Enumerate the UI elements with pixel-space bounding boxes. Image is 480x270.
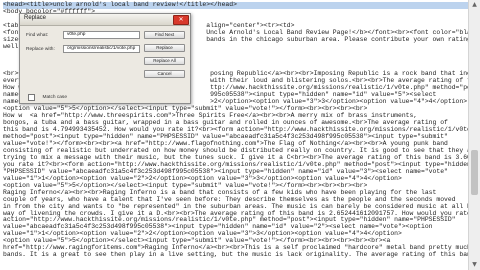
code-line: bands. It is a great to see then play in…	[3, 251, 468, 259]
replace-button[interactable]: Replace	[144, 44, 185, 52]
find-what-input[interactable]: v0te.php	[63, 31, 140, 39]
vertical-scrollbar[interactable]: ▲ ▼	[468, 0, 480, 270]
scrollbar-thumb[interactable]	[471, 150, 478, 195]
replace-with-label: Replace with:	[26, 47, 55, 52]
find-what-label: Find what:	[26, 33, 49, 38]
match-case-checkbox[interactable]	[28, 94, 35, 102]
dialog-title: Replace	[24, 15, 47, 21]
replace-all-button[interactable]: Replace All	[144, 57, 185, 65]
dialog-titlebar[interactable]: Replace ✕	[20, 14, 190, 26]
scroll-up-icon[interactable]: ▲	[469, 0, 480, 10]
match-case-option[interactable]: Match case	[28, 89, 67, 107]
close-icon[interactable]: ✕	[173, 15, 189, 25]
scroll-down-icon[interactable]: ▼	[469, 260, 480, 270]
replace-dialog: Replace ✕ Find what: v0te.php Replace wi…	[19, 13, 191, 104]
cancel-button[interactable]: Cancel	[144, 70, 185, 78]
find-next-button[interactable]: Find Next	[144, 31, 185, 39]
replace-with-input[interactable]: org/missions/realistic/1/vote.php	[63, 45, 140, 53]
match-case-label: Match case	[42, 95, 67, 101]
